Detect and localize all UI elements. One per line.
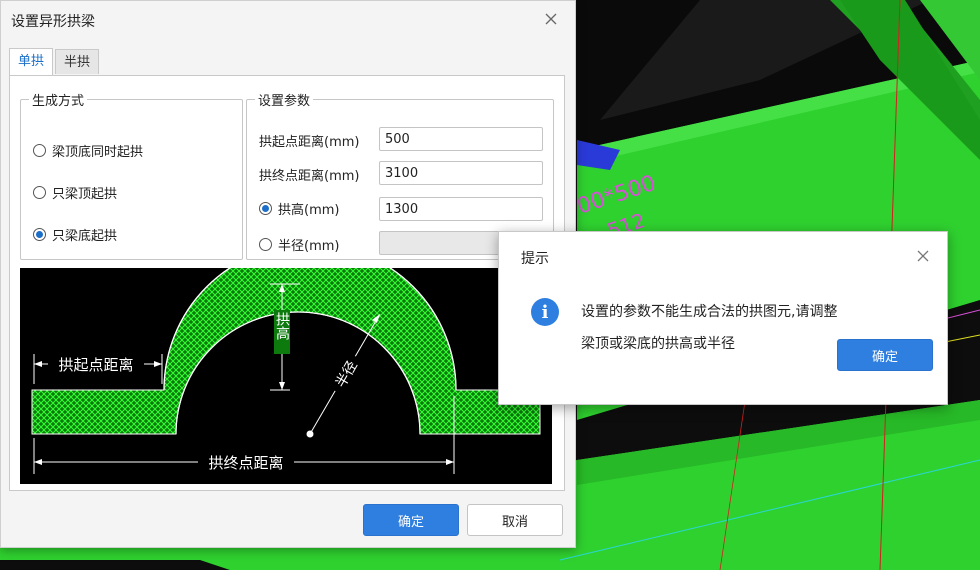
arch-height-option[interactable]: 拱高(mm): [259, 199, 339, 218]
parameter-legend: 设置参数: [258, 94, 311, 109]
cancel-button[interactable]: 取消: [467, 504, 563, 536]
radio-bottom-only[interactable]: 只梁底起拱: [33, 225, 117, 244]
generation-mode-group: 生成方式 梁顶底同时起拱 只梁顶起拱 只梁底起拱: [20, 90, 243, 260]
close-icon[interactable]: [913, 246, 933, 266]
end-distance-input[interactable]: [379, 161, 543, 185]
radio-button[interactable]: [259, 238, 272, 251]
tab-half-arch[interactable]: 半拱: [55, 49, 100, 74]
radio-label: 只梁底起拱: [52, 229, 118, 244]
prompt-ok-button[interactable]: 确定: [837, 339, 933, 371]
radio-button[interactable]: [33, 186, 46, 199]
arch-height-input[interactable]: [379, 197, 543, 221]
arch-beam-dialog: 设置异形拱梁 单拱 半拱 生成方式 梁顶底同时起拱 只梁顶起拱 只梁底起拱 设置…: [0, 0, 576, 548]
ok-button[interactable]: 确定: [363, 504, 459, 536]
tab-bar: 单拱 半拱: [9, 48, 101, 75]
radio-label: 只梁顶起拱: [52, 187, 118, 202]
arch-height-label: 拱高(mm): [278, 203, 340, 218]
tab-panel: 生成方式 梁顶底同时起拱 只梁顶起拱 只梁底起拱 设置参数 拱起点距离(mm) …: [9, 75, 565, 491]
diagram-height-label: 拱高: [274, 312, 290, 340]
radio-button-checked[interactable]: [259, 202, 272, 215]
radio-button[interactable]: [33, 144, 46, 157]
start-distance-input[interactable]: [379, 127, 543, 151]
radius-label: 半径(mm): [278, 239, 340, 254]
prompt-message-line: 设置的参数不能生成合法的拱图元,请调整: [581, 304, 838, 320]
tab-single-arch[interactable]: 单拱: [9, 48, 54, 75]
radio-button-checked[interactable]: [33, 228, 46, 241]
diagram-start-label: 拱起点距离: [58, 356, 133, 374]
prompt-title: 提示: [521, 251, 549, 267]
end-distance-label: 拱终点距离(mm): [259, 169, 360, 184]
radio-top-and-bottom[interactable]: 梁顶底同时起拱: [33, 141, 143, 160]
radio-label: 梁顶底同时起拱: [52, 145, 144, 160]
close-icon[interactable]: [541, 9, 561, 29]
radius-option[interactable]: 半径(mm): [259, 235, 339, 254]
dialog-title: 设置异形拱梁: [11, 14, 95, 30]
generation-mode-legend: 生成方式: [32, 94, 85, 109]
arch-diagram: 拱起点距离 拱终点距离 拱高 半径: [20, 268, 552, 484]
diagram-end-label: 拱终点距离: [208, 454, 283, 472]
start-distance-label: 拱起点距离(mm): [259, 135, 360, 150]
radio-top-only[interactable]: 只梁顶起拱: [33, 183, 117, 202]
prompt-dialog: 提示 i 设置的参数不能生成合法的拱图元,请调整 梁顶或梁底的拱高或半径 确定: [498, 231, 948, 405]
info-icon: i: [531, 298, 559, 326]
